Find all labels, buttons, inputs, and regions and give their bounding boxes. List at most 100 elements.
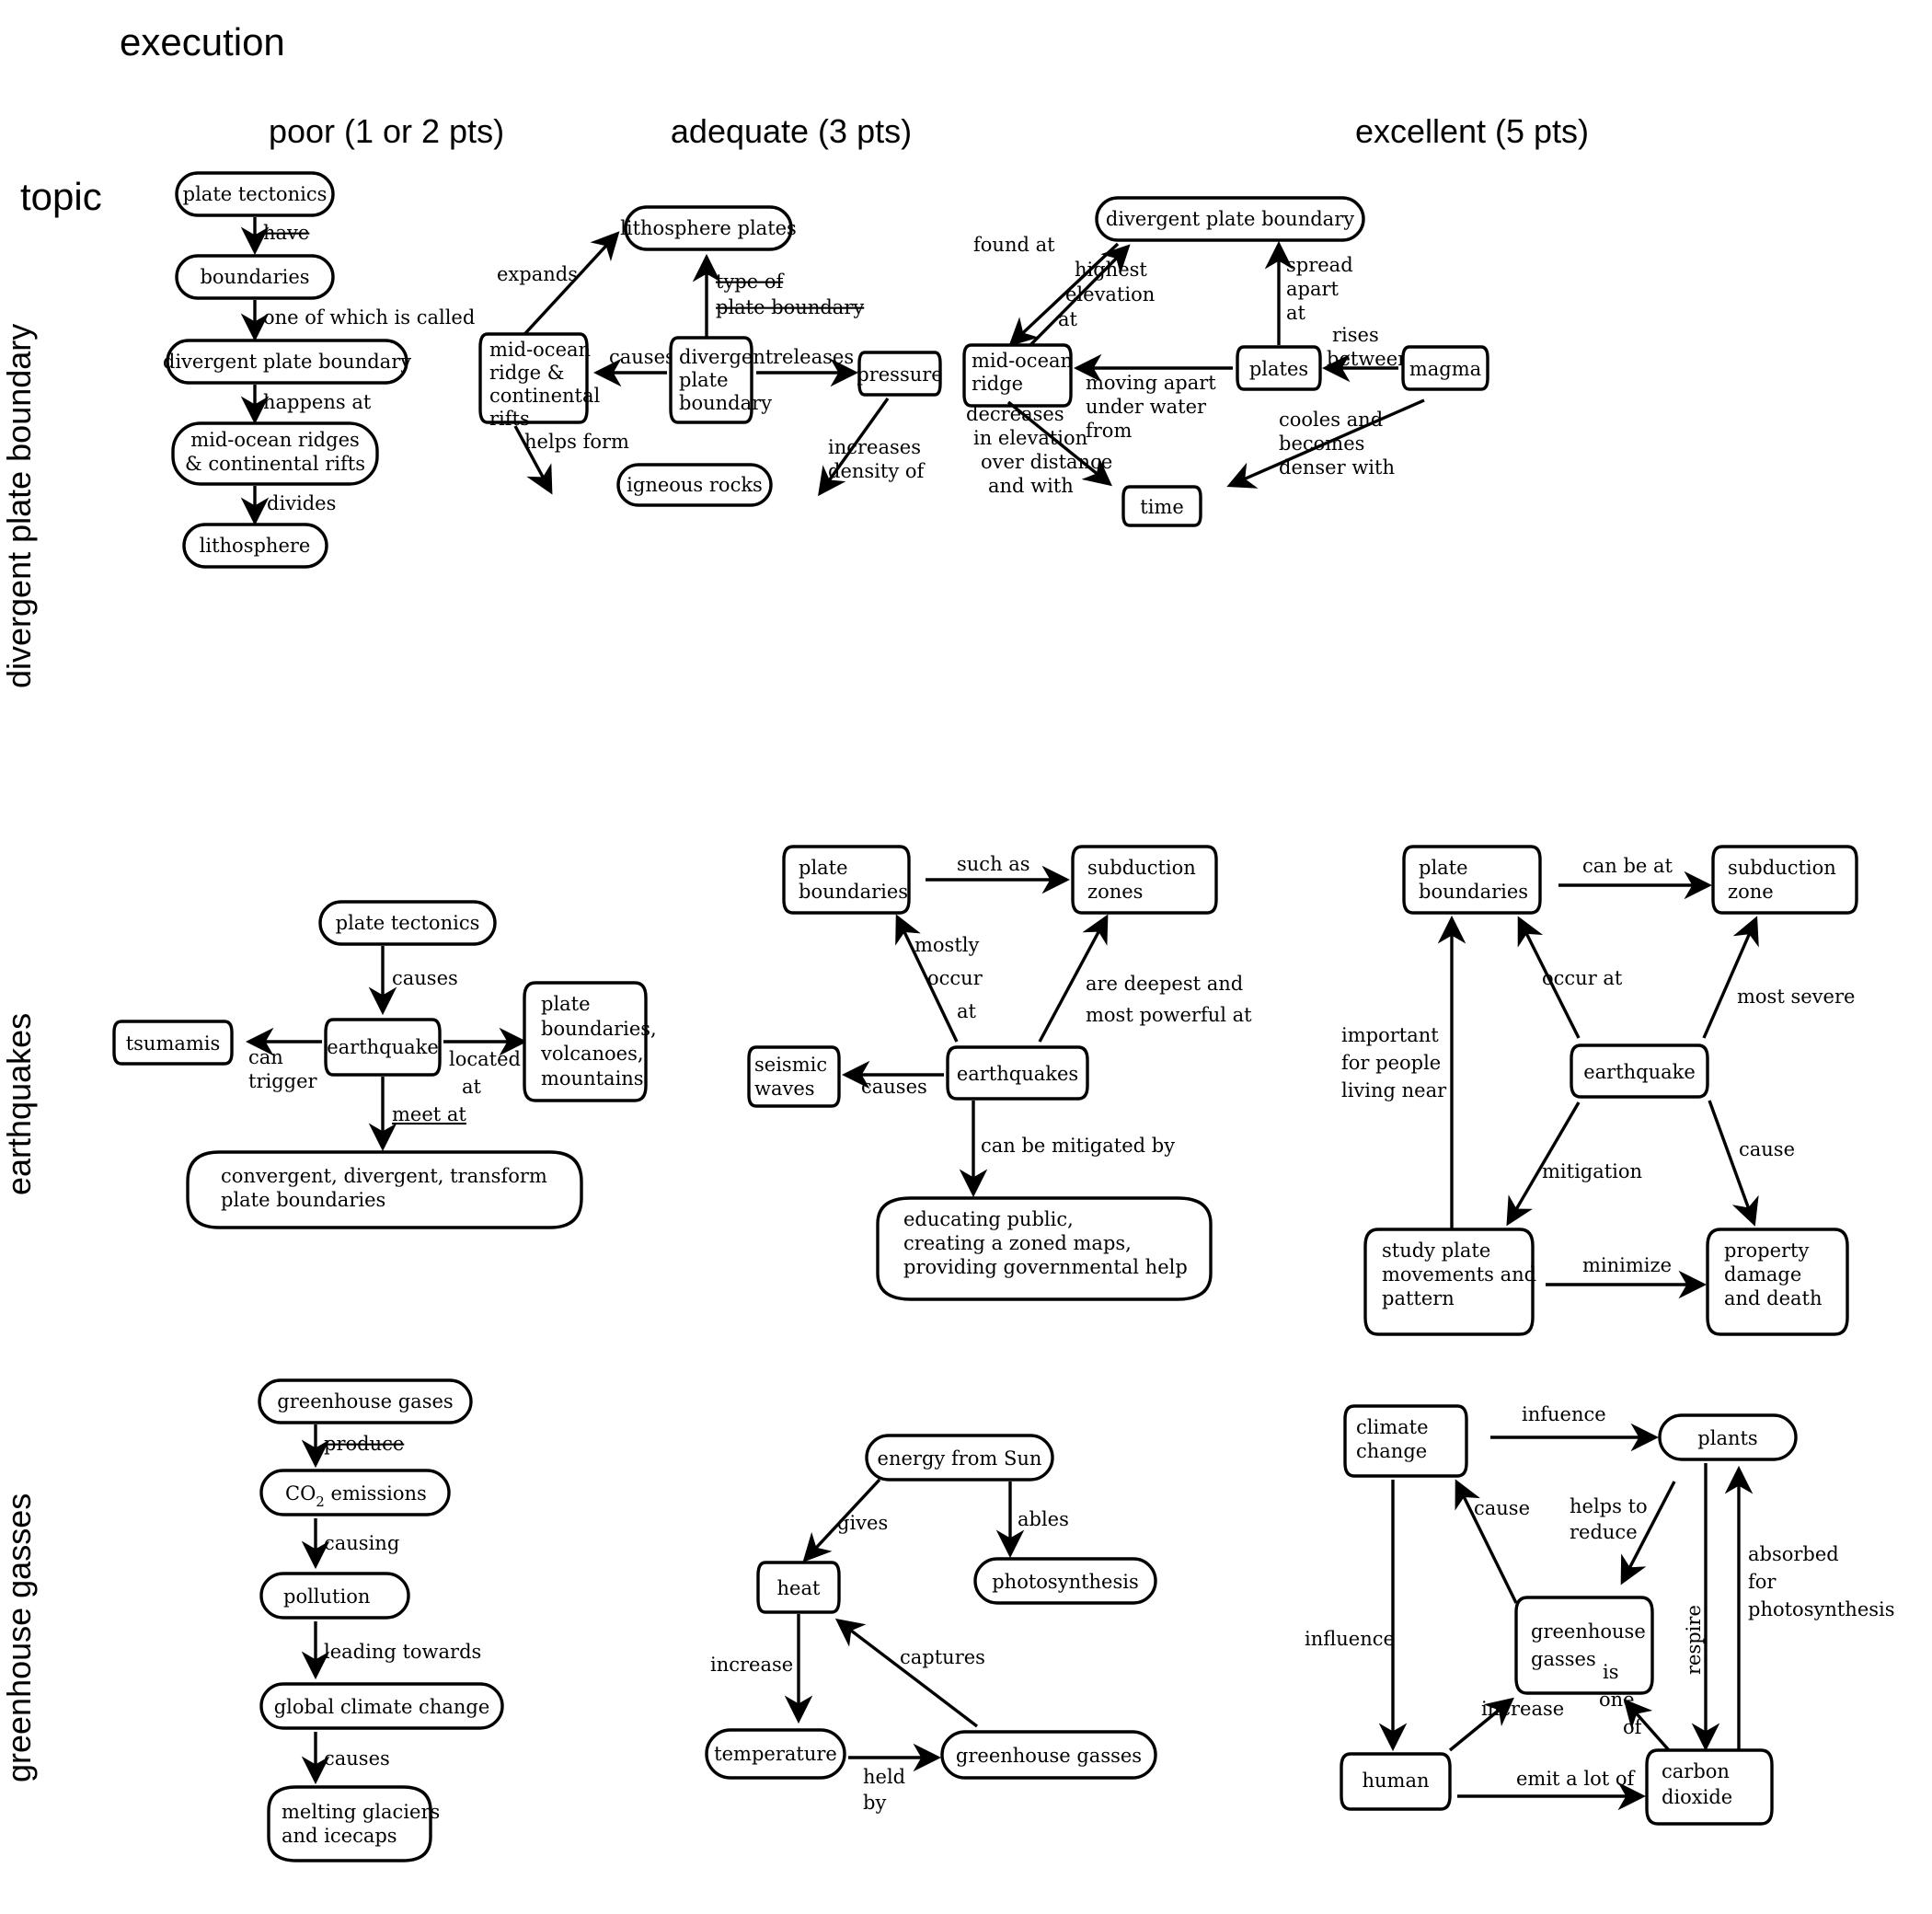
node-label: earthquake [1583, 1061, 1696, 1083]
link-label-type-of: type of [716, 271, 785, 293]
node-label: plate boundaries [221, 1189, 385, 1211]
node-label: temperature [714, 1743, 837, 1765]
node-label: subduction [1087, 857, 1196, 879]
link-label-causes: causes [392, 967, 458, 989]
node-label: global climate change [274, 1696, 490, 1718]
link-label-deepest: are deepest and [1086, 973, 1243, 995]
node-label: boundaries [799, 881, 908, 903]
node-label: providing governmental help [903, 1256, 1188, 1278]
link-label-infuence: infuence [1522, 1403, 1606, 1425]
link-label-at: at [957, 1000, 977, 1022]
link-label-most-powerful: most powerful at [1086, 1004, 1252, 1026]
node-label: boundaries [1419, 881, 1528, 903]
node-label: and death [1724, 1287, 1823, 1309]
link-label-expands: expands [497, 263, 578, 285]
node-label: lithosphere [200, 535, 311, 557]
node-label: melting glaciers [282, 1801, 440, 1823]
link-label-happens-at: happens at [263, 391, 372, 413]
node-label: volcanoes, [540, 1043, 644, 1065]
node-label: greenhouse gases [277, 1390, 453, 1412]
link-label-one: one [1599, 1689, 1635, 1711]
link-label-at: at [1058, 308, 1078, 330]
node-label: divergent plate boundary [163, 351, 411, 373]
link-label-mitigation: mitigation [1542, 1160, 1642, 1182]
node-label: educating public, [903, 1208, 1074, 1230]
link-label-releases: releases [773, 346, 854, 368]
row-header-earthquakes: earthquakes [0, 1012, 38, 1196]
concept-map-adequate-divergent: lithosphere plates expands type of plate… [469, 198, 984, 511]
link-label-for: for [1748, 1571, 1777, 1593]
link-label-minimize: minimize [1582, 1254, 1672, 1276]
link-label-denser-with: denser with [1279, 456, 1395, 478]
edge-captures [834, 1618, 979, 1728]
node-label: human [1362, 1770, 1429, 1792]
execution-axis-label: execution [120, 20, 285, 63]
node-label: study plate [1382, 1239, 1490, 1262]
row-header-greenhouse-gasses: greenhouse gasses [0, 1493, 38, 1783]
node-label: tsumamis [126, 1032, 221, 1055]
concept-map-excellent-divergent: divergent plate boundary found at highes… [957, 189, 1895, 529]
link-label-reduce: reduce [1570, 1521, 1638, 1543]
link-label-at: at [1286, 302, 1306, 324]
node-melting-glaciers [267, 1785, 432, 1862]
link-label-important: important [1341, 1024, 1439, 1046]
column-header-excellent: excellent (5 pts) [1354, 112, 1590, 150]
node-label: plate tectonics [336, 912, 480, 934]
link-label-at: at [462, 1076, 482, 1098]
link-label-occur-at: occur at [1542, 967, 1623, 989]
row-header-divergent-plate-boundary: divergent plate boundary [0, 323, 38, 689]
node-label: mid-ocean [972, 350, 1073, 372]
link-label-mostly: mostly [914, 934, 979, 956]
link-label-cause: cause [1474, 1497, 1530, 1519]
node-label: pressure [857, 363, 942, 386]
column-header-adequate: adequate (3 pts) [670, 112, 913, 150]
node-label: boundaries [200, 266, 309, 288]
concept-map-excellent-greenhouse: climate change infuence plants cause hel… [1305, 1399, 1932, 1831]
node-label: mid-ocean ridges [190, 429, 360, 451]
node-label: change [1356, 1440, 1427, 1462]
node-label: subduction [1728, 857, 1836, 879]
node-label: plate [541, 993, 591, 1015]
link-label-causes: causes [609, 346, 675, 368]
node-label: divergent [679, 346, 774, 368]
link-label-divides: divides [267, 492, 336, 514]
link-label-between: between [1327, 348, 1410, 370]
node-greenhouse-gasses [1514, 1596, 1654, 1695]
concept-map-poor-earthquakes: plate tectonics causes earthquake can tr… [110, 893, 699, 1242]
edge-most-severe [1702, 916, 1759, 1039]
node-label: & continental rifts [185, 453, 365, 475]
link-label-ables: ables [1018, 1508, 1069, 1530]
node-label: greenhouse gasses [956, 1745, 1142, 1767]
link-label-cooles-and: cooles and [1279, 409, 1383, 431]
link-label-and-with: and with [988, 475, 1074, 497]
link-label-held: held [863, 1766, 905, 1788]
link-label-by: by [863, 1792, 886, 1814]
link-label-highest: highest [1075, 259, 1147, 281]
link-label-influence: influence [1305, 1628, 1395, 1650]
link-label-produce: produce [324, 1433, 404, 1455]
node-label: divergent plate boundary [1106, 208, 1354, 230]
link-label-cause: cause [1739, 1138, 1795, 1160]
node-label: seismic [754, 1054, 827, 1076]
node-label: photosynthesis [992, 1571, 1139, 1593]
link-label-captures: captures [900, 1646, 985, 1668]
link-label-causes: causes [861, 1076, 927, 1098]
node-label: energy from Sun [878, 1447, 1042, 1470]
link-label-leading-towards: leading towards [324, 1641, 481, 1663]
node-label: pollution [283, 1585, 370, 1608]
link-label-found-at: found at [973, 234, 1055, 256]
node-label: creating a zoned maps, [903, 1232, 1132, 1254]
node-label: and icecaps [282, 1825, 397, 1847]
link-label-meet-at: meet at [392, 1103, 466, 1125]
node-label: ridge [972, 373, 1023, 395]
link-label-under-water: under water [1086, 396, 1207, 418]
link-label-moving-apart: moving apart [1086, 372, 1216, 394]
link-label-for-people: for people [1341, 1052, 1441, 1074]
node-label: plants [1697, 1427, 1757, 1449]
node-label: boundaries, [541, 1018, 657, 1040]
node-label: boundary [679, 392, 772, 414]
node-label: gasses [1531, 1648, 1596, 1670]
link-label-gives: gives [837, 1512, 888, 1534]
concept-map-excellent-earthquakes: plate boundaries can be at subduction zo… [1325, 828, 1932, 1336]
concept-map-poor-greenhouse: greenhouse gases produce CO2 emissions c… [212, 1371, 598, 1886]
